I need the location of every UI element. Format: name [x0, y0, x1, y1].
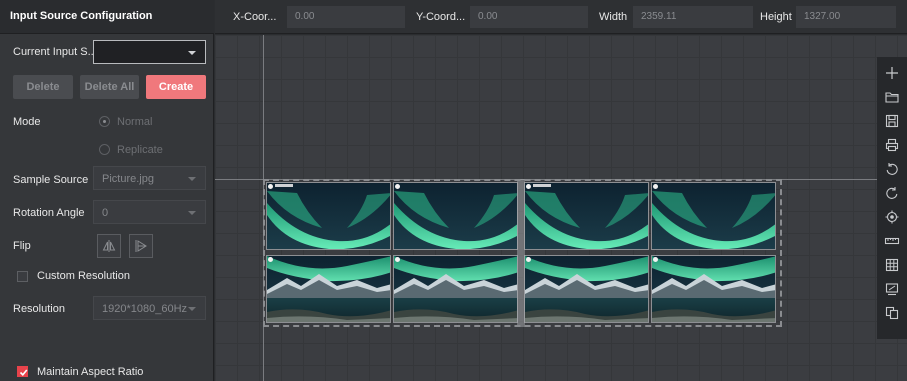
- height-input[interactable]: 1327.00: [796, 6, 896, 28]
- custom-resolution-label: Custom Resolution: [37, 270, 130, 282]
- ruler-icon[interactable]: [884, 233, 900, 249]
- mode-normal-radio[interactable]: [99, 116, 110, 127]
- delete-all-button[interactable]: Delete All: [80, 75, 139, 99]
- canvas-toolbar: [877, 57, 907, 339]
- x-coordinate-input[interactable]: 0.00: [287, 6, 405, 28]
- rotation-angle-value: 0: [102, 207, 109, 219]
- resolution-label: Resolution: [13, 303, 65, 315]
- locate-icon[interactable]: [884, 209, 900, 225]
- x-coordinate-value: 0.00: [295, 11, 315, 22]
- plus-icon[interactable]: [884, 65, 900, 81]
- sample-source-value: Picture.jpg: [102, 173, 154, 185]
- width-value: 2359.11: [641, 11, 677, 22]
- resolution-value: 1920*1080_60Hz: [102, 303, 188, 315]
- width-input[interactable]: 2359.11: [633, 6, 753, 28]
- maintain-aspect-ratio-checkbox[interactable]: [17, 366, 28, 377]
- redo-icon[interactable]: [884, 185, 900, 201]
- input-source-window[interactable]: [263, 179, 782, 327]
- chevron-down-icon: [188, 51, 196, 55]
- mode-replicate-radio[interactable]: [99, 144, 110, 155]
- flip-horizontal-icon: [102, 240, 116, 252]
- custom-resolution-checkbox[interactable]: [17, 271, 28, 282]
- panel-title: Input Source Configuration: [10, 10, 153, 22]
- mode-replicate-label: Replicate: [117, 144, 163, 156]
- sample-source-select[interactable]: Picture.jpg: [93, 166, 206, 190]
- flip-horizontal-button[interactable]: [97, 234, 121, 258]
- y-coordinate-label: Y-Coord...: [416, 11, 466, 23]
- rotation-angle-select[interactable]: 0: [93, 200, 206, 224]
- screen-icon[interactable]: [884, 281, 900, 297]
- delete-button[interactable]: Delete: [13, 75, 73, 99]
- x-coordinate-label: X-Coor...: [233, 11, 277, 23]
- current-input-select[interactable]: [93, 40, 206, 64]
- flip-vertical-button[interactable]: [129, 234, 153, 258]
- mode-label: Mode: [13, 116, 41, 128]
- flip-vertical-icon: [135, 240, 147, 252]
- panel-header: Input Source Configuration: [0, 0, 214, 34]
- print-icon[interactable]: [884, 137, 900, 153]
- chevron-down-icon: [188, 177, 196, 181]
- chevron-down-icon: [188, 211, 196, 215]
- input-source-panel: Input Source Configuration Current Input…: [0, 0, 214, 381]
- copy-icon[interactable]: [884, 305, 900, 321]
- resolution-select[interactable]: 1920*1080_60Hz: [93, 296, 206, 320]
- height-value: 1327.00: [804, 11, 841, 22]
- maintain-aspect-ratio-label: Maintain Aspect Ratio: [37, 366, 144, 378]
- video-wall-canvas[interactable]: [215, 35, 907, 381]
- grid-icon[interactable]: [884, 257, 900, 273]
- height-label: Height: [760, 11, 792, 23]
- coordinates-bar: X-Coor... 0.00 Y-Coord... 0.00 Width 235…: [215, 0, 907, 34]
- chevron-down-icon: [188, 307, 196, 311]
- flip-label: Flip: [13, 240, 31, 252]
- save-icon[interactable]: [884, 113, 900, 129]
- current-input-label: Current Input S...: [13, 46, 97, 58]
- rotation-angle-label: Rotation Angle: [13, 207, 85, 219]
- undo-icon[interactable]: [884, 161, 900, 177]
- create-button[interactable]: Create: [146, 75, 206, 99]
- sample-source-label: Sample Source: [13, 174, 89, 186]
- y-coordinate-input[interactable]: 0.00: [470, 6, 588, 28]
- folder-icon[interactable]: [884, 89, 900, 105]
- mode-normal-label: Normal: [117, 116, 153, 128]
- check-icon: [19, 369, 28, 376]
- width-label: Width: [599, 11, 628, 23]
- y-coordinate-value: 0.00: [478, 11, 498, 22]
